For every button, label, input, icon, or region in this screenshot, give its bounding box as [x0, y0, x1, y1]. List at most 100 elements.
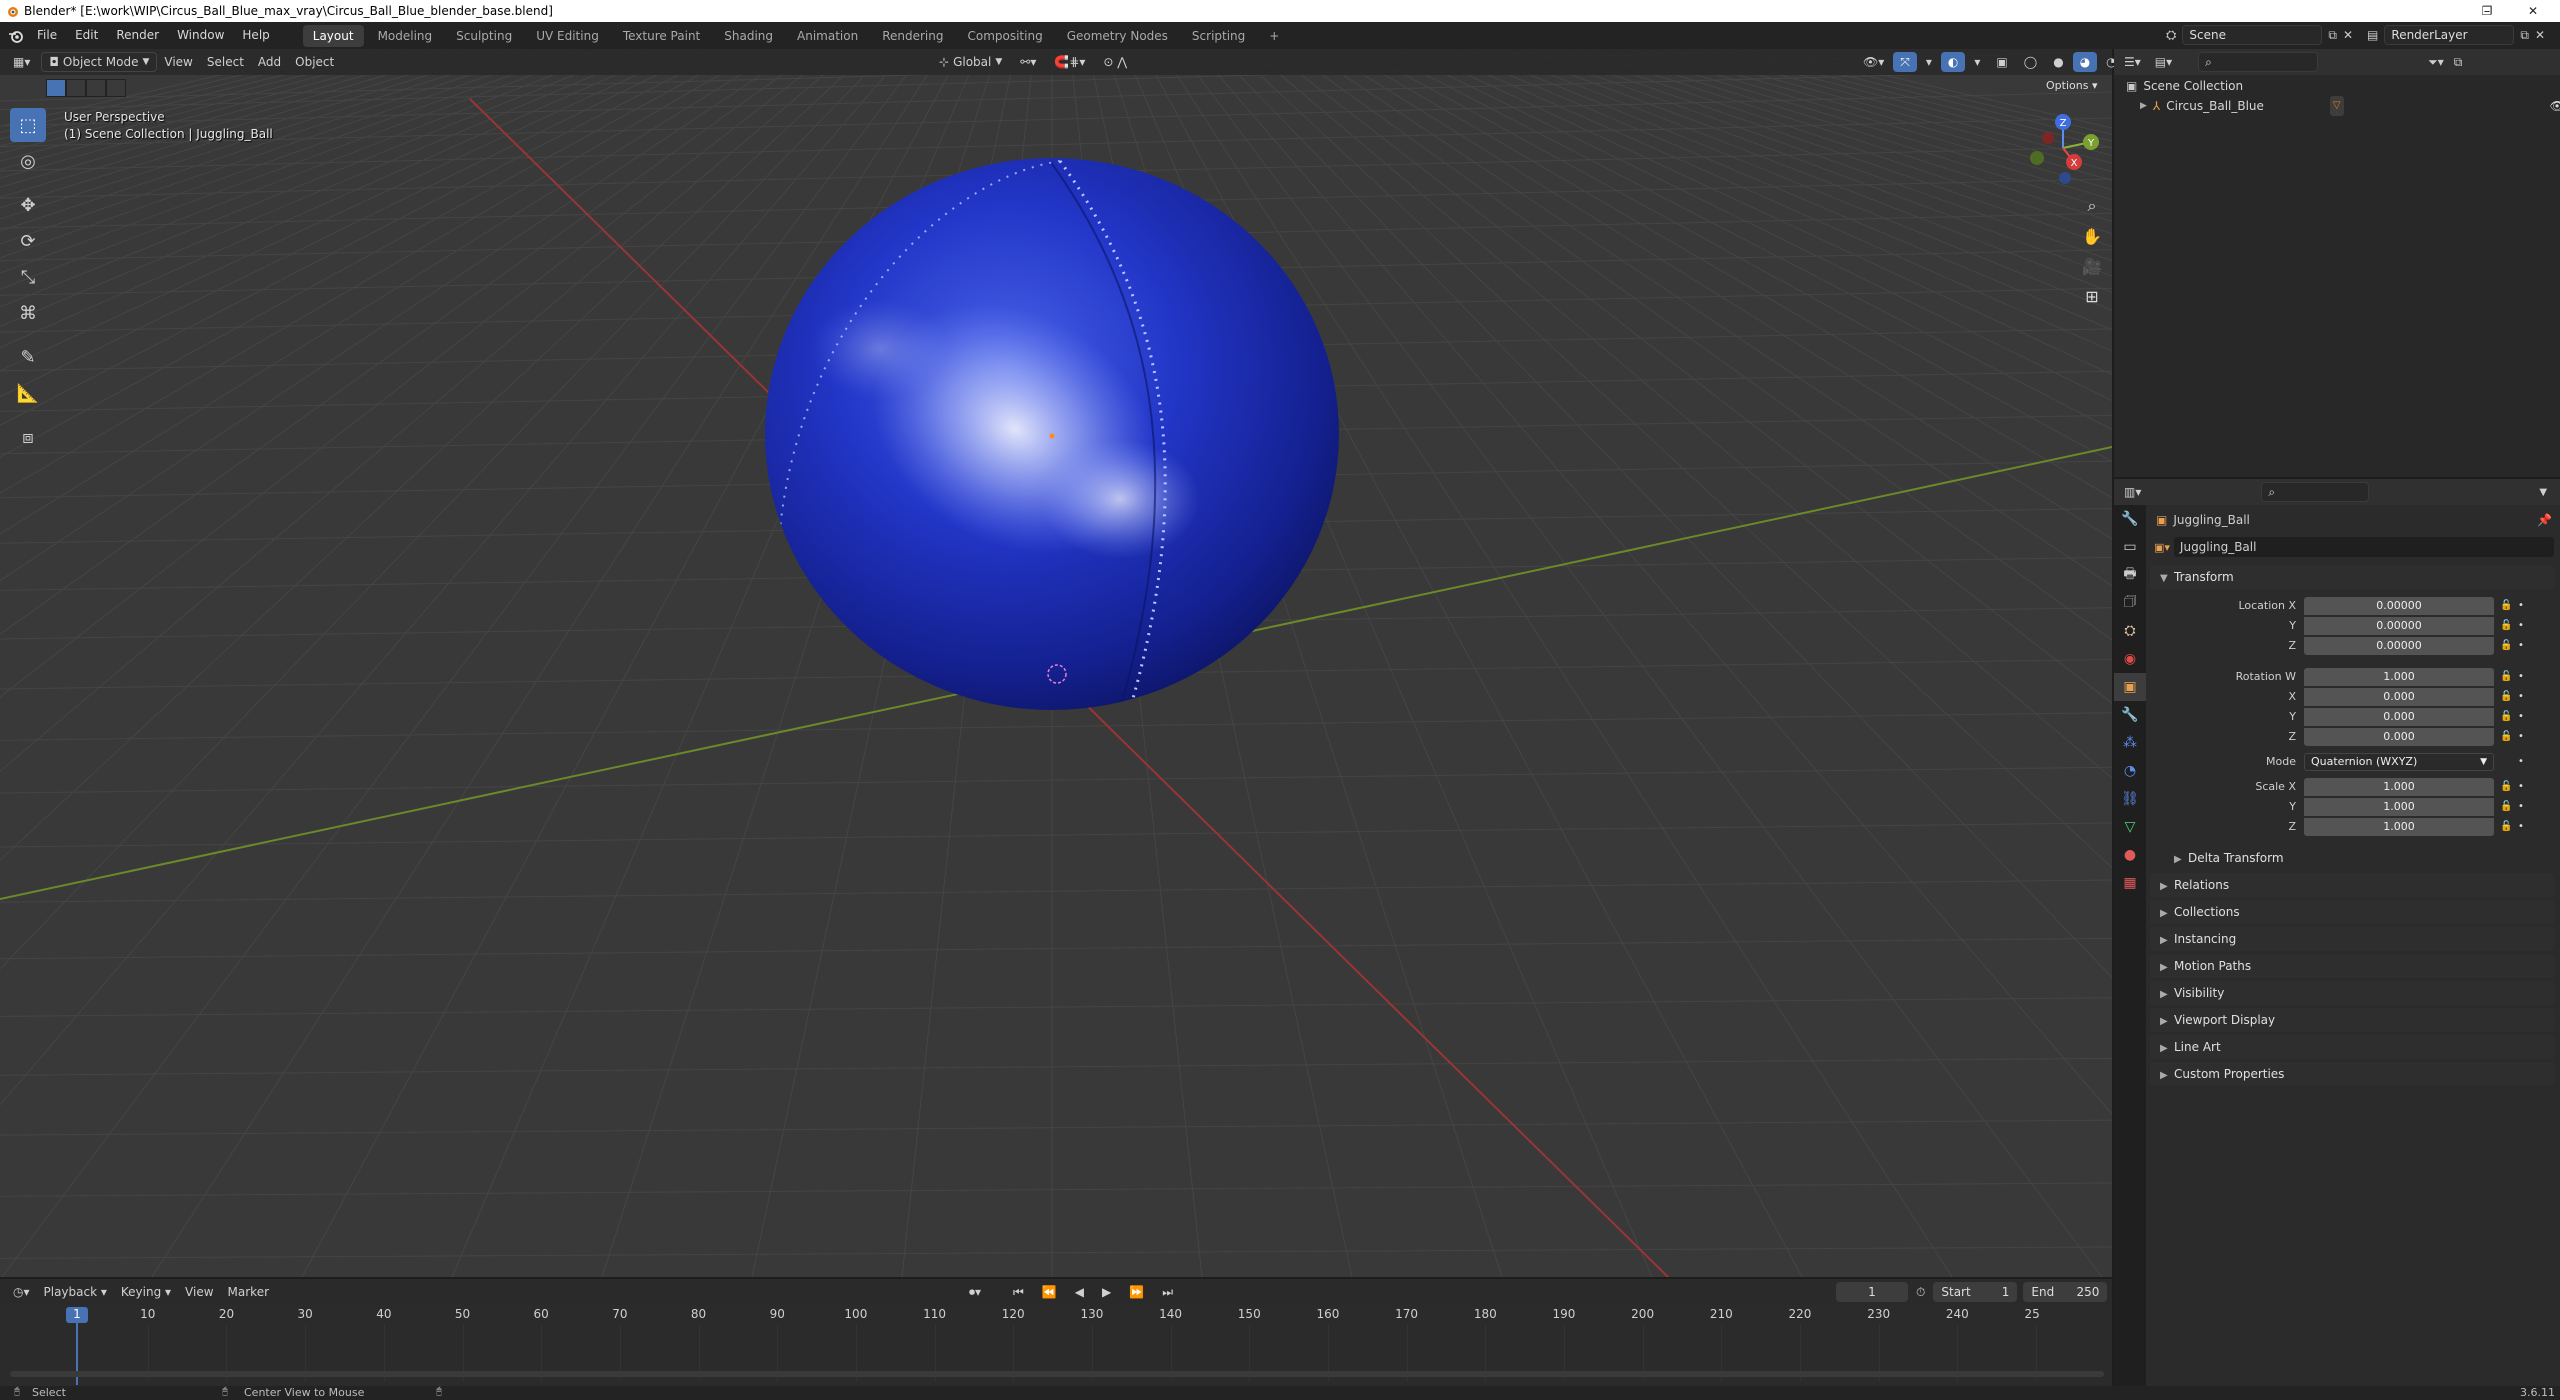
juggling-ball[interactable] [765, 158, 1339, 710]
object-tab-icon[interactable]: ▣ [2114, 673, 2146, 701]
transform-orientation-selector[interactable]: ⊹ Global ▼ [932, 52, 1009, 72]
select-box-tool-icon[interactable]: ⬚ [10, 108, 46, 142]
scale-y-field[interactable]: 1.000 [2304, 797, 2494, 816]
scale-tool-icon[interactable]: ⤡ [10, 260, 46, 294]
modifier-tab-icon[interactable]: 🔧 [2114, 701, 2146, 729]
lock-icon[interactable]: 🔓 [2500, 711, 2514, 722]
add-workspace-button[interactable]: + [1259, 25, 1289, 47]
select-new-icon[interactable] [46, 79, 66, 97]
viewport-display-panel-header[interactable]: ▶ Viewport Display [2150, 1008, 2554, 1032]
pin-icon[interactable]: 📌 [2537, 513, 2552, 527]
custom-properties-panel-header[interactable]: ▶ Custom Properties [2150, 1062, 2554, 1086]
play-reverse-icon[interactable]: ◀ [1068, 1282, 1091, 1302]
display-mode-icon[interactable]: ▤▾ [2155, 55, 2172, 69]
output-tab-icon[interactable]: 🖶 [2114, 561, 2146, 589]
rotation-y-field[interactable]: 0.000 [2304, 707, 2494, 726]
rotation-mode-select[interactable]: Quaternion (WXYZ) ▼ [2304, 752, 2494, 771]
tab-animation[interactable]: Animation [787, 25, 868, 47]
transform-tool-icon[interactable]: ⌘ [10, 296, 46, 330]
transform-panel-header[interactable]: ▼ Transform [2150, 565, 2554, 589]
scene-tab-icon[interactable]: ⛭ [2114, 617, 2146, 645]
blender-menu-icon[interactable] [8, 28, 24, 44]
physics-tab-icon[interactable]: ◔ [2114, 757, 2146, 785]
overlay-dropdown-icon[interactable]: ▾ [1967, 52, 1987, 72]
menu-playback[interactable]: Playback ▾ [37, 1282, 114, 1302]
tab-modeling[interactable]: Modeling [368, 25, 443, 47]
filter-icon[interactable]: ⏷▾ [2428, 55, 2444, 70]
location-y-field[interactable]: 0.00000 [2304, 616, 2494, 635]
menu-object[interactable]: Object [288, 52, 341, 72]
delta-transform-subpanel[interactable]: ▶ Delta Transform [2150, 846, 2554, 870]
material-tab-icon[interactable]: ● [2114, 841, 2146, 869]
lock-icon[interactable]: 🔓 [2500, 620, 2514, 631]
timeline-area[interactable]: 1 10 20 30 40 50 60 70 80 90 100 110 120 130 140 150 160… [0, 1305, 2112, 1386]
ortho-grid-icon[interactable]: ⊞ [2078, 282, 2106, 310]
outliner-search-input[interactable]: ⌕ [2198, 52, 2319, 72]
wireframe-shading-icon[interactable]: ◯ [2017, 52, 2044, 72]
view-layer-tab-icon[interactable]: 🗇 [2114, 589, 2146, 617]
tab-sculpting[interactable]: Sculpting [446, 25, 522, 47]
visibility-panel-header[interactable]: ▶ Visibility [2150, 981, 2554, 1005]
render-layer-selector[interactable]: RenderLayer [2384, 25, 2515, 45]
instancing-panel-header[interactable]: ▶ Instancing [2150, 927, 2554, 951]
tab-texture-paint[interactable]: Texture Paint [613, 25, 710, 47]
menu-render[interactable]: Render [107, 22, 168, 49]
visibility-eye-icon[interactable]: 👁 [2550, 96, 2560, 116]
material-shading-icon[interactable]: ◕ [2072, 52, 2098, 72]
end-frame-field[interactable]: End 250 [2023, 1282, 2108, 1302]
scale-x-field[interactable]: 1.000 [2304, 777, 2494, 796]
editor-type-icon[interactable]: ▦▾ [6, 52, 37, 72]
menu-keying[interactable]: Keying ▾ [114, 1282, 178, 1302]
annotate-tool-icon[interactable]: ✎ [10, 340, 46, 374]
rotation-z-field[interactable]: 0.000 [2304, 727, 2494, 746]
keyframe-dot-icon[interactable]: • [2518, 756, 2528, 767]
rotate-tool-icon[interactable]: ⟳ [10, 224, 46, 258]
tab-layout[interactable]: Layout [302, 24, 364, 47]
jump-keyframe-forward-icon[interactable]: ⏩ [1122, 1282, 1151, 1302]
menu-window[interactable]: Window [168, 22, 233, 49]
proportional-edit-icon[interactable]: ⊙ ⋀ [1096, 52, 1134, 72]
outliner-editor-icon[interactable]: ☰▾ [2124, 55, 2141, 69]
keyframe-dot-icon[interactable]: • [2518, 711, 2528, 722]
keyframe-dot-icon[interactable]: • [2518, 731, 2528, 742]
keyframe-dot-icon[interactable]: • [2518, 671, 2528, 682]
menu-edit[interactable]: Edit [66, 22, 107, 49]
motion-paths-panel-header[interactable]: ▶ Motion Paths [2150, 954, 2554, 978]
xray-icon[interactable]: ▣ [1989, 52, 2014, 72]
gizmo-toggle-icon[interactable]: ⤧ [1893, 52, 1917, 72]
visibility-icon[interactable]: 👁▾ [1856, 52, 1891, 72]
menu-view[interactable]: View [157, 52, 199, 72]
keyframe-dot-icon[interactable]: • [2518, 640, 2528, 651]
new-collection-icon[interactable]: ⧉ [2454, 55, 2463, 70]
jump-keyframe-back-icon[interactable]: ⏪ [1035, 1282, 1064, 1302]
properties-editor-icon[interactable]: ▥▾ [2124, 485, 2141, 499]
scene-collection-row[interactable]: ▣ Scene Collection [2126, 76, 2556, 96]
tab-compositing[interactable]: Compositing [957, 25, 1052, 47]
collections-panel-header[interactable]: ▶ Collections [2150, 900, 2554, 924]
render-tab-icon[interactable]: ▭ [2114, 533, 2146, 561]
keyframe-dot-icon[interactable]: • [2518, 821, 2528, 832]
tab-uv-editing[interactable]: UV Editing [526, 25, 609, 47]
auto-keying-icon[interactable]: ⏺▾ [962, 1282, 988, 1302]
keyframe-dot-icon[interactable]: • [2518, 620, 2528, 631]
scale-z-field[interactable]: 1.000 [2304, 817, 2494, 836]
lock-icon[interactable]: 🔓 [2500, 671, 2514, 682]
mode-selector[interactable]: ◘ Object Mode ▼ [41, 52, 158, 72]
tab-rendering[interactable]: Rendering [872, 25, 953, 47]
lock-icon[interactable]: 🔓 [2500, 801, 2514, 812]
keyframe-dot-icon[interactable]: • [2518, 691, 2528, 702]
rotation-w-field[interactable]: 1.000 [2304, 667, 2494, 686]
play-icon[interactable]: ▶ [1095, 1282, 1118, 1302]
menu-help[interactable]: Help [233, 22, 278, 49]
object-name-field[interactable]: Juggling_Ball [2173, 537, 2554, 557]
new-scene-icon[interactable]: ⧉ [2328, 28, 2337, 43]
jump-end-icon[interactable]: ⏭ [1155, 1282, 1180, 1302]
jump-start-icon[interactable]: ⏮ [1006, 1282, 1031, 1302]
pan-hand-icon[interactable]: ✋ [2078, 222, 2106, 250]
measure-tool-icon[interactable]: 📐 [10, 376, 46, 410]
tab-shading[interactable]: Shading [714, 25, 783, 47]
gizmo-dropdown-icon[interactable]: ▾ [1919, 52, 1939, 72]
lock-icon[interactable]: 🔓 [2500, 781, 2514, 792]
lock-icon[interactable]: 🔓 [2500, 600, 2514, 611]
select-extend-icon[interactable] [66, 79, 86, 97]
